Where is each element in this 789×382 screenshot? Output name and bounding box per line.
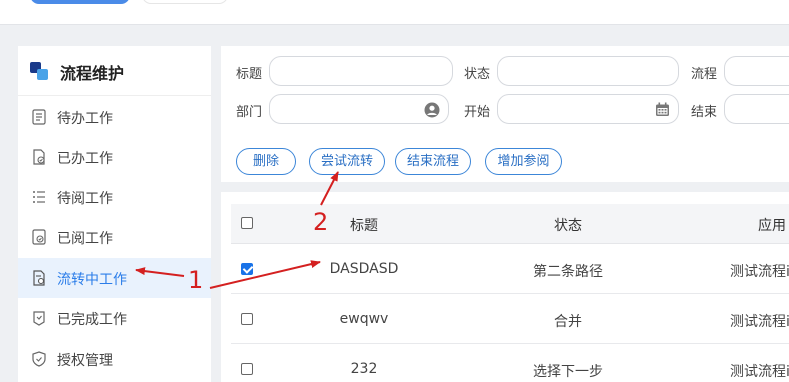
row-status: 合并: [554, 314, 582, 330]
row-checkbox[interactable]: [241, 363, 253, 375]
sidebar-item-label: 已阅工作: [57, 231, 113, 247]
sidebar-item-authorization[interactable]: 授权管理: [18, 339, 211, 379]
sidebar-item-completed[interactable]: 已完成工作: [18, 298, 211, 338]
row-title: ewqwv: [339, 311, 389, 327]
start-date-input[interactable]: [497, 94, 679, 124]
column-header-title: 标题: [350, 218, 378, 234]
filter-panel: 标题 状态 流程 部门 开始 结束 删除 尝试流转 结束流程 增加参阅: [221, 46, 789, 182]
dept-filter-label: 部门: [236, 105, 263, 120]
delete-button[interactable]: 删除: [236, 148, 296, 175]
process-filter-input[interactable]: [724, 56, 789, 86]
sidebar-item-label: 流转中工作: [57, 272, 127, 288]
table-row[interactable]: DASDASD 第二条路径 测试流程i: [231, 244, 789, 294]
sidebar-item-read[interactable]: 已阅工作: [18, 217, 211, 257]
sidebar-item-label: 已完成工作: [57, 312, 127, 328]
work-table: 标题 状态 应用 DASDASD 第二条路径 测试流程i ewqwv 合并 测试…: [221, 192, 789, 382]
status-filter-input[interactable]: [497, 56, 679, 86]
top-bar: [0, 0, 789, 25]
top-primary-button[interactable]: [30, 0, 130, 4]
dept-filter-input[interactable]: [269, 94, 449, 124]
row-status: 第二条路径: [533, 264, 603, 280]
end-process-button[interactable]: 结束流程: [395, 148, 471, 175]
end-filter-label: 结束: [691, 105, 718, 120]
table-row[interactable]: 232 选择下一步 测试流程i: [231, 344, 789, 382]
table-row[interactable]: ewqwv 合并 测试流程i: [231, 294, 789, 344]
sidebar: 流程维护 待办工作 已办工作 待阅工作 已阅工作 流转中工作 已完成工作 授权管…: [18, 46, 211, 382]
row-checkbox[interactable]: [241, 263, 253, 275]
row-app: 测试流程i: [730, 314, 789, 330]
calendar-icon[interactable]: [655, 102, 670, 117]
sidebar-item-label: 待阅工作: [57, 191, 113, 207]
status-filter-label: 状态: [464, 67, 491, 82]
row-checkbox[interactable]: [241, 313, 253, 325]
sidebar-item-to-read[interactable]: 待阅工作: [18, 177, 211, 217]
top-secondary-button[interactable]: [142, 0, 228, 4]
annotation-label-2: 2: [313, 208, 329, 236]
sidebar-item-in-flow[interactable]: 流转中工作: [18, 258, 211, 298]
title-filter-label: 标题: [236, 67, 263, 82]
read-doc-icon: [32, 229, 46, 245]
sidebar-item-label: 已办工作: [57, 151, 113, 167]
try-transfer-button[interactable]: 尝试流转: [309, 148, 385, 175]
in-flow-doc-icon: [33, 270, 45, 286]
row-app: 测试流程i: [730, 364, 789, 380]
sidebar-item-todo[interactable]: 待办工作: [18, 97, 211, 137]
row-app: 测试流程i: [730, 264, 789, 280]
user-picker-icon[interactable]: [424, 102, 440, 118]
select-all-checkbox[interactable]: [241, 217, 253, 229]
row-status: 选择下一步: [533, 364, 603, 380]
to-read-list-icon: [33, 191, 45, 203]
completed-icon: [33, 311, 45, 326]
end-date-input[interactable]: [724, 94, 789, 124]
sidebar-item-done[interactable]: 已办工作: [18, 137, 211, 177]
sidebar-header: 流程维护: [18, 46, 211, 96]
start-filter-label: 开始: [464, 105, 491, 120]
column-header-app: 应用: [758, 218, 786, 234]
title-filter-input[interactable]: [269, 56, 453, 86]
app-logo-icon: [30, 62, 50, 80]
process-filter-label: 流程: [691, 67, 718, 82]
shield-icon: [32, 351, 46, 367]
add-reviewer-button[interactable]: 增加参阅: [485, 148, 562, 175]
sidebar-item-label: 授权管理: [57, 353, 113, 369]
sidebar-item-label: 待办工作: [57, 111, 113, 127]
row-title: DASDASD: [329, 261, 399, 277]
column-header-status: 状态: [554, 218, 582, 234]
done-doc-icon: [33, 149, 45, 165]
todo-list-icon: [32, 109, 46, 125]
row-title: 232: [350, 361, 378, 377]
sidebar-title: 流程维护: [60, 64, 125, 83]
annotation-label-1: 1: [188, 266, 204, 294]
